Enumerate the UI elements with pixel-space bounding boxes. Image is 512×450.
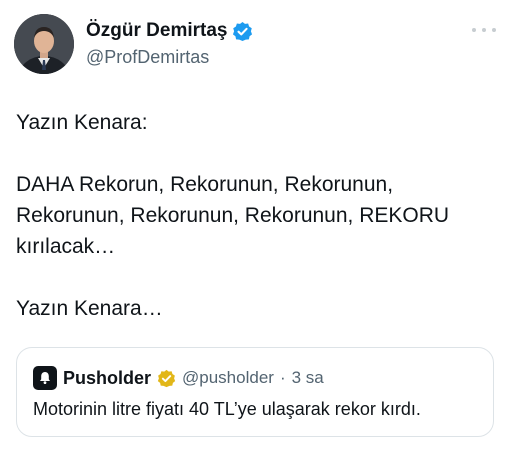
quoted-tweet[interactable]: Pusholder @pusholder · 3 sa Motorinin li… <box>16 347 494 437</box>
separator-dot: · <box>279 368 286 387</box>
tweet-card: Özgür Demirtaş @ProfDemirtas Yazın Kenar… <box>0 0 512 450</box>
author-name-row: Özgür Demirtaş <box>86 19 253 43</box>
bell-icon <box>40 372 50 384</box>
tweet-paragraph: DAHA Rekorun, Rekorunun, Rekorunun, Reko… <box>16 173 450 258</box>
author-display-name[interactable]: Özgür Demirtaş <box>86 20 227 42</box>
author-handle[interactable]: @ProfDemirtas <box>86 47 209 68</box>
tweet-paragraph: Yazın Kenara… <box>16 297 163 320</box>
quoted-tweet-header: Pusholder @pusholder · 3 sa <box>33 366 324 390</box>
verified-badge-icon <box>157 369 176 388</box>
verified-badge-icon <box>232 21 253 42</box>
tweet-paragraph: Yazın Kenara: <box>16 111 148 134</box>
more-horizontal-icon <box>472 28 476 32</box>
quoted-tweet-text: Motorinin litre fiyatı 40 TL’ye ulaşarak… <box>33 399 421 419</box>
quoted-timestamp[interactable]: 3 sa <box>292 368 324 388</box>
quoted-handle[interactable]: @pusholder <box>182 368 274 388</box>
more-options-button[interactable] <box>472 22 496 38</box>
tweet-text: Yazın Kenara: DAHA Rekorun, Rekorunun, R… <box>16 107 496 324</box>
quoted-display-name[interactable]: Pusholder <box>63 368 151 389</box>
quoted-avatar[interactable] <box>33 366 57 390</box>
avatar[interactable] <box>14 14 74 74</box>
